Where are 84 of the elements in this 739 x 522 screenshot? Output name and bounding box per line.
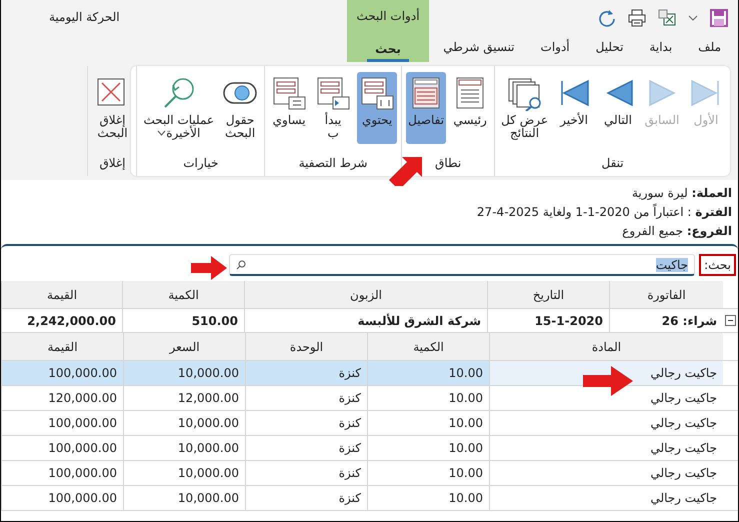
table-cell: كنزة [245, 411, 367, 435]
table-cell: 100,000.00 [1, 486, 123, 510]
column-header[interactable]: القيمة [1, 281, 122, 308]
table-cell: 120,000.00 [1, 386, 123, 410]
column-header[interactable]: الفاتورة [609, 281, 723, 308]
table-cell: 100,000.00 [1, 461, 123, 485]
close-button[interactable]: إغلاق البحث [92, 72, 132, 144]
ribbon-tab[interactable]: أدوات [528, 36, 583, 62]
pointer-arrow-icon [191, 256, 227, 280]
table-cell: 10.00 [367, 436, 489, 460]
table-cell: 10.00 [367, 461, 489, 485]
text-match-icon [315, 75, 352, 111]
pointer-arrow-icon [583, 366, 633, 396]
table-cell: كنزة [245, 461, 367, 485]
next-button[interactable]: التالي [598, 72, 638, 144]
table-cell: كنزة [245, 386, 367, 410]
text-match-icon [359, 75, 396, 111]
table-cell: 10.00 [367, 386, 489, 410]
table-cell: شركة الشرق للألبسة [244, 309, 487, 332]
print-icon [628, 9, 646, 27]
table-cell: 100,000.00 [1, 361, 123, 385]
table-cell: 15-1-2020 [487, 309, 609, 332]
refresh-icon [598, 9, 616, 27]
recent-button[interactable]: عمليات البحث الأخيرة [141, 72, 216, 144]
table-cell: 10.00 [367, 411, 489, 435]
window-title: الحركة اليومية [48, 9, 121, 26]
table-cell: 10.00 [367, 361, 489, 385]
group-label: نطاق [435, 155, 462, 172]
search-label: بحث: [699, 254, 736, 276]
table-cell: جاكيت رجالي [489, 411, 723, 435]
group-label: تنقل [601, 155, 624, 172]
table-cell: كنزة [245, 361, 367, 385]
caret-icon [157, 130, 166, 137]
table-cell: 100,000.00 [1, 411, 123, 435]
fields-button[interactable]: حقول البحث [220, 72, 260, 144]
collapse-icon[interactable] [725, 315, 736, 326]
group-label: إغلاق [99, 155, 126, 172]
table-cell: جاكيت رجالي [489, 436, 723, 460]
table-cell: جاكيت رجالي [489, 461, 723, 485]
contains-button[interactable]: يحتوي [357, 72, 398, 144]
master-button[interactable]: رئيسي [450, 72, 490, 144]
table-cell: 10,000.00 [123, 411, 245, 435]
column-header[interactable]: القيمة [1, 333, 123, 360]
ribbon-tab[interactable]: تحليل [582, 36, 636, 62]
column-header[interactable]: المادة [489, 333, 723, 360]
group-label: خيارات [183, 155, 218, 172]
search-field[interactable]: جاكيت [229, 254, 696, 276]
ribbon-tab[interactable]: ملف [685, 36, 734, 62]
starts-with-button[interactable]: يبدأ ب [313, 72, 354, 144]
table-cell: كنزة [245, 436, 367, 460]
column-header[interactable]: الزبون [244, 281, 487, 308]
info-line: العملة: ليرة سورية [630, 186, 732, 200]
table-cell: جاكيت رجالي [489, 361, 723, 385]
equals-button[interactable]: يساوي [269, 72, 310, 144]
chevron-down-icon [688, 13, 698, 23]
table-cell: 10,000.00 [123, 461, 245, 485]
table-cell: 12,000.00 [123, 386, 245, 410]
table-cell: جاكيت رجالي [489, 486, 723, 510]
column-header[interactable]: الوحدة [245, 333, 367, 360]
table-cell: 10,000.00 [123, 436, 245, 460]
table-cell: 2,242,000.00 [1, 309, 122, 332]
save-icon [710, 9, 728, 27]
column-header[interactable]: التاريخ [487, 281, 609, 308]
last-button[interactable]: الأخير [554, 72, 594, 144]
info-line: الفترة : اعتباراً من 2020-1-1 ولغاية 2025-4-27 [476, 205, 732, 219]
table-cell: 10.00 [367, 486, 489, 510]
ribbon-tab[interactable]: بداية [636, 36, 686, 62]
contextual-tab-group-title: أدوات البحث [356, 9, 420, 23]
column-header[interactable]: الكمية [367, 333, 489, 360]
show-all-button[interactable]: عرض كل النتائج [499, 72, 550, 144]
column-header[interactable]: السعر [123, 333, 245, 360]
ribbon-tab[interactable]: تنسيق شرطي [430, 36, 528, 62]
table-cell: 10,000.00 [123, 486, 245, 510]
table-cell: 100,000.00 [1, 436, 123, 460]
text-match-icon [271, 75, 308, 111]
table-cell: كنزة [245, 486, 367, 510]
table-cell: 510.00 [122, 309, 244, 332]
column-header[interactable]: الكمية [122, 281, 244, 308]
table-cell: 10,000.00 [123, 361, 245, 385]
group-label: شرط التصفية [298, 155, 368, 172]
table-cell: شراء: 26 [609, 309, 723, 332]
spreadsheet-icon [658, 9, 676, 27]
info-line: الفروع: جميع الفروع [621, 224, 732, 238]
details-button[interactable]: تفاصيل [406, 72, 446, 144]
